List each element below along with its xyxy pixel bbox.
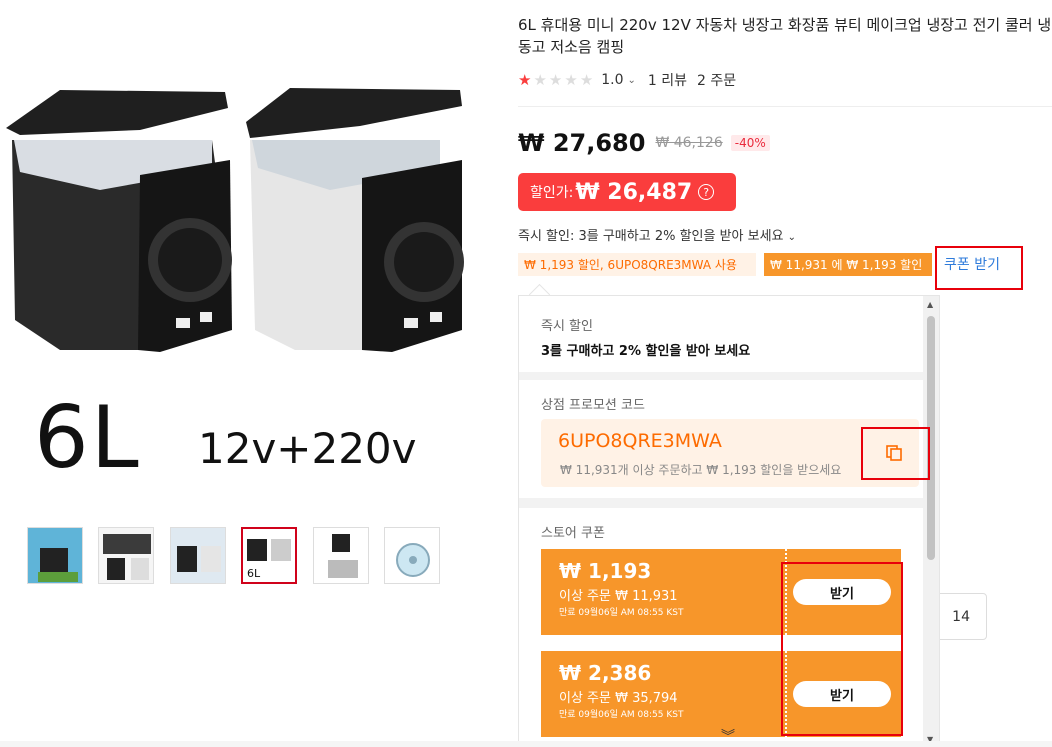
scroll-up-arrow-icon[interactable]: ▲: [927, 300, 933, 309]
price-row: ₩ 27,680 ₩ 46,126 -40%: [518, 126, 770, 160]
instant-discount-text: 즉시 할인: 3를 구매하고 2% 할인을 받아 보세요: [518, 229, 784, 244]
coupon-expiry: 만료 09월06일 AM 08:55 KST: [559, 710, 684, 720]
sale-price: ₩ 26,487: [575, 179, 693, 205]
promo-description: ₩ 11,931개 이상 주문하고 ₩ 1,193 할인을 받으세요: [560, 463, 842, 477]
thumbnail-4-selected[interactable]: 6L: [241, 527, 297, 584]
sale-price-box: 할인가: ₩ 26,487 ?: [518, 173, 736, 211]
rating-row: ★ ★ ★ ★ ★ 1.0 ⌄ 1 리뷰 2 주문: [518, 70, 736, 90]
star-icon: ★: [533, 71, 547, 89]
thumbnail-3[interactable]: [170, 527, 226, 584]
coupon-chip-promo[interactable]: ₩ 1,193 할인, 6UPO8QRE3MWA 사용: [518, 253, 756, 276]
instant-discount-section: 즉시 할인 3를 구매하고 2% 할인을 받아 보세요: [519, 296, 923, 372]
coupon-amount: ₩ 2,386: [559, 661, 652, 685]
instant-heading: 즉시 할인: [541, 319, 593, 334]
original-price: ₩ 46,126: [655, 135, 723, 151]
star-icon: ★: [548, 71, 563, 89]
store-coupon-heading: 스토어 쿠폰: [541, 526, 605, 541]
highlight-box: [935, 246, 1023, 290]
order-count: 2 주문: [697, 73, 737, 89]
chevron-down-icon[interactable]: ⌄: [628, 75, 636, 86]
highlight-box: [861, 427, 930, 480]
thumbnail-5[interactable]: [313, 527, 369, 584]
promo-code: 6UPO8QRE3MWA: [558, 430, 722, 452]
product-title: 6L 휴대용 미니 220v 12V 자동차 냉장고 화장품 뷰티 메이크업 냉…: [518, 16, 1052, 56]
bottom-strip: [0, 741, 1052, 747]
instant-text: 3를 구매하고 2% 할인을 받아 보세요: [541, 344, 751, 359]
divider: [518, 106, 1052, 107]
coupon-condition: 이상 주문 ₩ 11,931: [559, 589, 678, 604]
star-icon: ★: [518, 71, 532, 89]
star-icon: ★: [564, 71, 578, 89]
coupon-condition: 이상 주문 ₩ 35,794: [559, 691, 678, 706]
instant-discount-line[interactable]: 즉시 할인: 3를 구매하고 2% 할인을 받아 보세요 ⌄: [518, 225, 796, 244]
coupon-chip-store[interactable]: ₩ 11,931 에 ₩ 1,193 할인: [764, 253, 932, 276]
rating-value[interactable]: 1.0: [601, 72, 623, 88]
popup-scrollbar[interactable]: ▲ ▼: [923, 296, 939, 746]
discount-badge: -40%: [730, 135, 770, 151]
thumbnail-2[interactable]: [98, 527, 154, 584]
image-size-text: 6L: [34, 388, 141, 488]
image-voltage-text: 12v+220v: [198, 424, 417, 473]
promo-heading: 상점 프로모션 코드: [541, 398, 645, 413]
current-price: ₩ 27,680: [518, 129, 646, 157]
svg-text:6L: 6L: [247, 567, 261, 580]
thumbnail-1[interactable]: [27, 527, 83, 584]
star-icon: ★: [579, 71, 594, 89]
side-count: 14: [952, 608, 970, 625]
chevron-down-icon[interactable]: ⌄: [788, 232, 796, 243]
coupon-expiry: 만료 09월06일 AM 08:55 KST: [559, 608, 684, 618]
main-product-image: 6L 12v+220v: [0, 0, 480, 510]
thumbnail-6[interactable]: [384, 527, 440, 584]
sale-price-label: 할인가:: [530, 185, 574, 201]
highlight-box: [781, 562, 903, 736]
help-icon[interactable]: ?: [698, 184, 715, 200]
coupon-amount: ₩ 1,193: [559, 559, 652, 583]
review-count[interactable]: 1 리뷰: [648, 70, 687, 90]
